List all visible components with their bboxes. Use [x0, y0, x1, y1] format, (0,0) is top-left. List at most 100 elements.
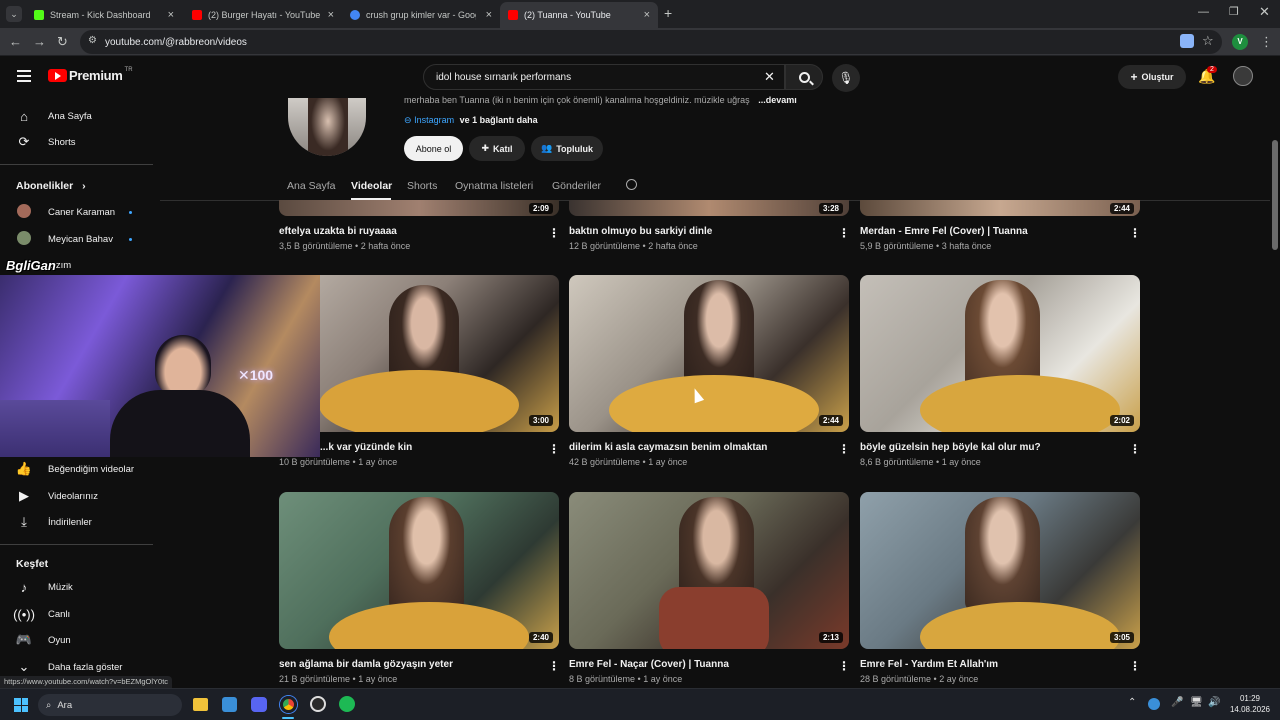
chrome-menu-icon[interactable]: ⋮: [1260, 34, 1273, 50]
close-icon[interactable]: ×: [168, 9, 174, 21]
search-button[interactable]: [785, 64, 823, 90]
bookmark-star-icon[interactable]: ☆: [1202, 33, 1214, 49]
browser-tab-1[interactable]: Stream - Kick Dashboard ×: [26, 2, 182, 28]
more-options-icon[interactable]: ⋮: [1129, 226, 1141, 240]
tab-shorts[interactable]: Shorts: [407, 180, 437, 192]
create-button[interactable]: + Oluştur: [1118, 65, 1186, 89]
sidebar-item-liked-videos[interactable]: 👍 Beğendiğim videolar: [0, 456, 155, 482]
sidebar-item-shorts[interactable]: ⟳ Shorts: [0, 129, 155, 155]
reload-icon[interactable]: ↻: [57, 34, 68, 50]
video-thumbnail[interactable]: 3:05: [860, 492, 1140, 649]
video-thumbnail[interactable]: 2:13: [569, 492, 849, 649]
video-title[interactable]: baktın olmuyo bu sarkiyi dinle: [569, 226, 712, 237]
chrome-icon[interactable]: [280, 696, 297, 713]
channel-description[interactable]: merhaba ben Tuanna (iki n benim için çok…: [404, 95, 797, 105]
volume-icon[interactable]: 🔊: [1208, 697, 1220, 708]
app-icon[interactable]: [222, 697, 237, 712]
video-thumbnail[interactable]: 2:02: [860, 275, 1140, 432]
taskbar-search-box[interactable]: ⌕ Ara: [38, 694, 182, 716]
browser-tab-2[interactable]: (2) Burger Hayatı - YouTube ×: [184, 2, 342, 28]
sidebar-item-live[interactable]: ((•)) Canlı: [0, 601, 155, 627]
more-options-icon[interactable]: ⋮: [838, 442, 850, 456]
more-options-icon[interactable]: ⋮: [548, 226, 560, 240]
video-title[interactable]: ...k var yüzünde kin: [320, 442, 412, 453]
video-thumbnail[interactable]: 3:00: [279, 275, 559, 432]
close-icon[interactable]: ×: [486, 9, 492, 21]
windows-start-icon[interactable]: [14, 698, 28, 712]
video-title[interactable]: Merdan - Emre Fel (Cover) | Tuanna: [860, 226, 1028, 237]
scrollbar-thumb[interactable]: [1272, 140, 1278, 250]
join-button[interactable]: ✚ Katıl: [469, 136, 525, 161]
video-title[interactable]: böyle güzelsin hep böyle kal olur mu?: [860, 442, 1041, 453]
close-icon[interactable]: ×: [644, 9, 650, 21]
tab-videos[interactable]: Videolar: [351, 180, 392, 192]
microphone-icon[interactable]: 🎤: [1171, 697, 1183, 708]
tab-posts[interactable]: Gönderiler: [552, 180, 601, 192]
sidebar-item-subscription[interactable]: Caner Karaman: [0, 199, 155, 225]
tab-home[interactable]: Ana Sayfa: [287, 180, 335, 192]
video-thumbnail[interactable]: 3:28: [569, 200, 849, 216]
spotify-icon[interactable]: [339, 696, 355, 712]
sidebar-item-music[interactable]: ♪ Müzik: [0, 574, 155, 600]
tray-chevron-up-icon[interactable]: ⌃: [1128, 697, 1136, 708]
video-title[interactable]: sen ağlama bir damla gözyaşın yeter: [279, 659, 453, 670]
video-title[interactable]: dilerim ki asla caymazsın benim olmaktan: [569, 442, 767, 453]
more-options-icon[interactable]: ⋮: [548, 659, 560, 673]
more-options-icon[interactable]: ⋮: [548, 442, 560, 456]
video-title[interactable]: eftelya uzakta bi ruyaaaa: [279, 226, 397, 237]
subscribe-button[interactable]: Abone ol: [404, 136, 463, 161]
instagram-link[interactable]: Instagram: [414, 115, 454, 125]
channel-search-icon[interactable]: [626, 179, 637, 190]
obs-icon[interactable]: [310, 696, 326, 712]
page-scrollbar[interactable]: [1270, 56, 1280, 688]
profile-avatar[interactable]: V: [1232, 34, 1248, 50]
more-link[interactable]: ...devamı: [758, 95, 797, 105]
forward-icon[interactable]: →: [33, 34, 46, 49]
sidebar-item-gaming[interactable]: 🎮 Oyun: [0, 627, 155, 653]
more-options-icon[interactable]: ⋮: [1129, 442, 1141, 456]
video-thumbnail[interactable]: 2:09: [279, 200, 559, 216]
more-options-icon[interactable]: ⋮: [838, 659, 850, 673]
sidebar-item-subscription[interactable]: Meyican Bahav: [0, 226, 155, 252]
file-explorer-icon[interactable]: [193, 698, 208, 711]
network-icon[interactable]: 🖥: [1190, 697, 1203, 708]
restore-icon[interactable]: ❐: [1229, 5, 1239, 18]
channel-avatar[interactable]: [288, 98, 366, 156]
minimize-icon[interactable]: —: [1198, 6, 1209, 18]
browser-tab-4[interactable]: (2) Tuanna - YouTube ×: [500, 2, 658, 28]
avatar: [0, 230, 48, 248]
tray-app-icon[interactable]: [1148, 698, 1160, 710]
youtube-logo[interactable]: Premium TR: [48, 67, 133, 83]
clock[interactable]: 01:29 14.08.2026: [1228, 693, 1272, 715]
community-button[interactable]: 👥 Topluluk: [531, 136, 603, 161]
more-options-icon[interactable]: ⋮: [1129, 659, 1141, 673]
video-title[interactable]: Emre Fel - Naçar (Cover) | Tuanna: [569, 659, 729, 670]
sidebar-item-home[interactable]: ⌂ Ana Sayfa: [0, 103, 155, 129]
more-options-icon[interactable]: ⋮: [838, 226, 850, 240]
browser-tab-3[interactable]: crush grup kimler var - Google ×: [342, 2, 500, 28]
plus-icon: +: [1130, 70, 1138, 84]
site-info-icon[interactable]: ⚙: [88, 35, 97, 46]
sidebar-item-downloads[interactable]: ⤓ İndirilenler: [0, 509, 155, 535]
search-input[interactable]: idol house sırnarık performans ✕: [423, 64, 785, 90]
voice-search-button[interactable]: 🎙: [832, 64, 860, 92]
video-thumbnail[interactable]: 2:44: [860, 200, 1140, 216]
sidebar-item-your-videos[interactable]: ▶ Videolarınız: [0, 483, 155, 509]
back-icon[interactable]: ←: [9, 34, 22, 49]
tab-playlists[interactable]: Oynatma listeleri: [455, 180, 533, 192]
video-thumbnail[interactable]: 2:44: [569, 275, 849, 432]
discord-icon[interactable]: [251, 697, 267, 712]
subscriptions-heading[interactable]: Abonelikler ›: [16, 180, 86, 192]
clear-search-icon[interactable]: ✕: [764, 69, 775, 85]
new-tab-button[interactable]: +: [664, 5, 672, 21]
window-close-icon[interactable]: ✕: [1259, 4, 1270, 20]
video-title[interactable]: Emre Fel - Yardım Et Allah'ım: [860, 659, 998, 670]
close-icon[interactable]: ×: [328, 9, 334, 21]
tab-list-button[interactable]: ⌄: [6, 6, 22, 22]
translate-icon[interactable]: [1180, 34, 1194, 48]
video-thumbnail[interactable]: 2:40: [279, 492, 559, 649]
account-avatar[interactable]: [1233, 66, 1253, 86]
address-bar[interactable]: ⚙ youtube.com/@rabbreon/videos ☆: [80, 30, 1222, 54]
hamburger-menu-icon[interactable]: [17, 70, 31, 82]
more-links[interactable]: ve 1 bağlantı daha: [460, 115, 538, 125]
